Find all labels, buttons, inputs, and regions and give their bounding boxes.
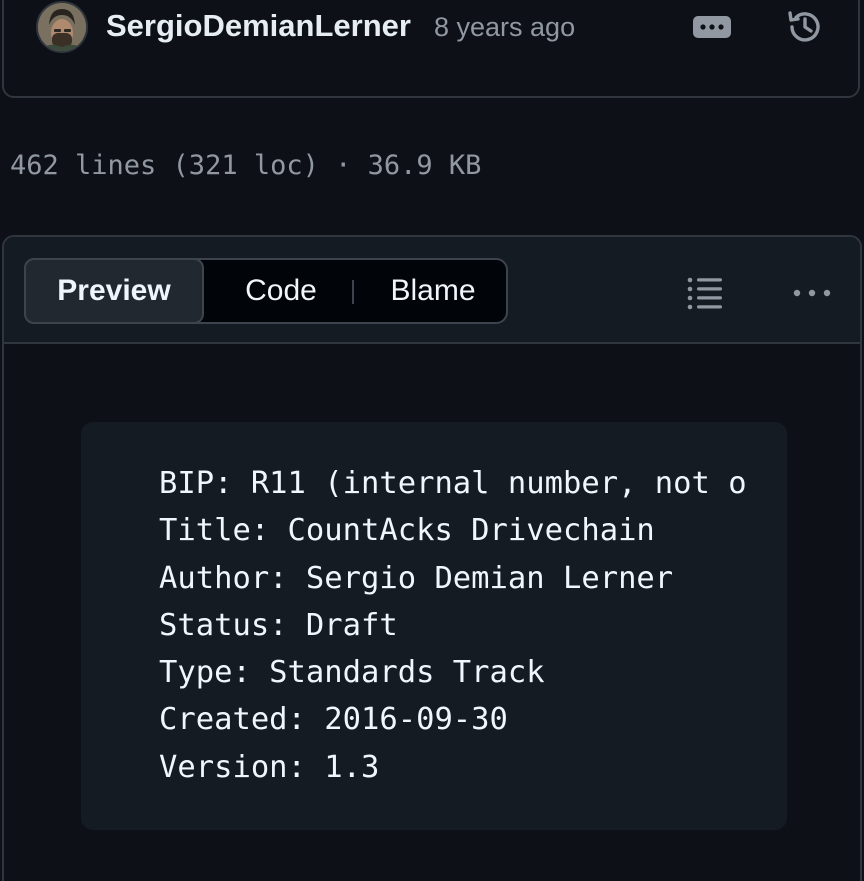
history-button[interactable]: [782, 6, 828, 48]
tab-preview[interactable]: Preview: [24, 258, 204, 324]
title-line: Title: CountAcks Drivechain: [159, 513, 655, 549]
commit-time-ago: 8 years ago: [434, 12, 576, 42]
status-line: Status: Draft: [159, 607, 398, 643]
bip-header-block: BIP: R11 (internal number, not o Title: C…: [81, 422, 787, 830]
tab-divider: [352, 280, 354, 304]
history-icon: [788, 11, 820, 42]
outline-button[interactable]: [680, 273, 732, 313]
latest-commit-bar: SergioDemianLerner 8 years ago: [2, 0, 860, 98]
file-page: SergioDemianLerner 8 years ago 462 lines…: [0, 0, 864, 881]
viewer-more-button[interactable]: [784, 273, 840, 313]
viewer-header: Preview Code Blame: [4, 237, 860, 344]
bip-line: BIP: R11 (internal number, not o: [159, 466, 747, 501]
author-line: Author: Sergio Demian Lerner: [159, 560, 674, 596]
bip-header-text: BIP: R11 (internal number, not o Title: C…: [159, 460, 747, 791]
list-unordered-icon: [687, 277, 722, 310]
view-mode-toggle: Preview Code Blame: [24, 258, 508, 324]
kebab-horizontal-icon: [793, 289, 831, 297]
file-viewer: Preview Code Blame BIP: R11 (internal nu…: [2, 235, 862, 881]
created-line: Created: 2016-09-30: [159, 702, 508, 738]
kebab-horizontal-icon: [693, 16, 731, 38]
file-info: 462 lines (321 loc) · 36.9 KB: [10, 150, 482, 181]
commit-more-button[interactable]: [690, 10, 734, 44]
commit-author-name[interactable]: SergioDemianLerner: [106, 4, 411, 48]
tab-blame[interactable]: Blame: [358, 260, 508, 322]
version-line: Version: 1.3: [159, 749, 380, 785]
author-avatar[interactable]: [36, 1, 88, 53]
tab-code[interactable]: Code: [212, 260, 350, 322]
user-avatar-icon: [38, 3, 86, 51]
type-line: Type: Standards Track: [159, 655, 545, 691]
